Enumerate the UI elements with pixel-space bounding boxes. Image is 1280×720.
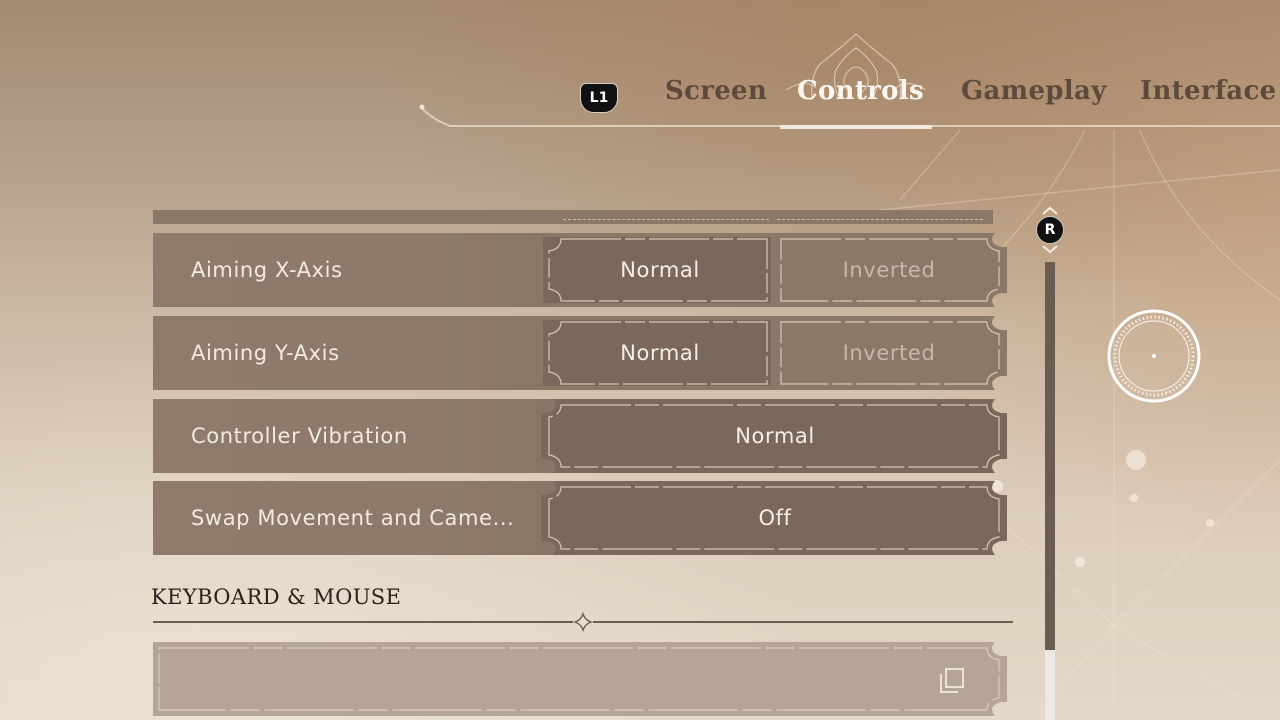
setting-row-aiming-y[interactable]: Aiming Y-Axis Normal Inverted (153, 316, 1007, 390)
setting-label: Swap Movement and Came... (191, 506, 515, 530)
open-submenu-icon (940, 668, 964, 693)
customize-controls-button[interactable]: Customize Controls (153, 642, 1007, 716)
option-normal-selected[interactable]: Normal (545, 233, 775, 307)
setting-label: Controller Vibration (191, 424, 408, 448)
option-normal-selected[interactable]: Normal (545, 316, 775, 390)
setting-label: Aiming Y-Axis (191, 341, 340, 365)
tab-screen[interactable]: Screen (665, 76, 767, 106)
tab-interface[interactable]: Interface (1140, 76, 1276, 106)
header-divider-line (419, 104, 1280, 127)
setting-row-swap-movement-camera[interactable]: Swap Movement and Came... Off (153, 481, 1007, 555)
tab-gameplay[interactable]: Gameplay (961, 76, 1107, 106)
partial-setting-row (153, 210, 993, 226)
vibration-value-selector[interactable]: Normal (545, 399, 1005, 473)
swap-value-selector[interactable]: Off (545, 481, 1005, 555)
section-divider (153, 611, 1013, 633)
customize-frame (153, 642, 1007, 716)
scrollbar-thumb[interactable] (1045, 262, 1055, 650)
setting-label: Aiming X-Axis (191, 258, 343, 282)
option-inverted[interactable]: Inverted (775, 316, 1003, 390)
option-inverted[interactable]: Inverted (775, 233, 1003, 307)
cursor-reticle-icon (1107, 309, 1201, 403)
tab-controls[interactable]: Controls (797, 76, 924, 106)
l1-bumper-button[interactable]: L1 (580, 83, 618, 113)
active-tab-underline (780, 125, 932, 129)
right-stick-button[interactable]: R (1036, 216, 1064, 244)
section-title-keyboard-mouse: KEYBOARD & MOUSE (151, 585, 402, 609)
setting-row-controller-vibration[interactable]: Controller Vibration Normal (153, 399, 1007, 473)
setting-row-aiming-x[interactable]: Aiming X-Axis Normal Inverted (153, 233, 1007, 307)
